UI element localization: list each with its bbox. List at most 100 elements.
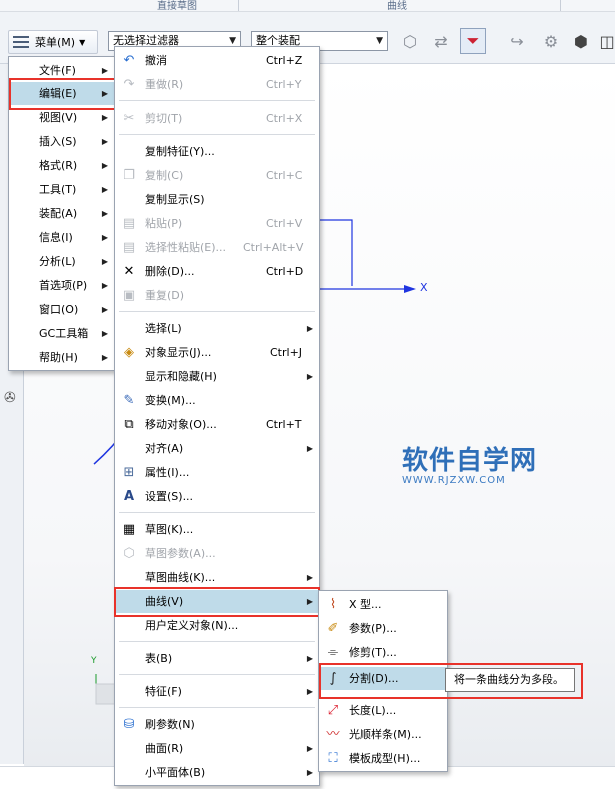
sketch-params-icon: ⬡	[123, 546, 135, 561]
transform-icon: ✎	[123, 393, 135, 408]
menu-list-icon	[13, 35, 31, 49]
menu-item-sketch-curve[interactable]: 草图曲线(K)... ▶	[115, 566, 319, 589]
arrows-icon[interactable]: ⇄	[428, 28, 454, 54]
properties-icon: ⊞	[123, 465, 135, 480]
menu-item-align[interactable]: 对齐(A) ▶	[115, 437, 319, 460]
menu-item-user-defined-object[interactable]: 用户定义对象(N)...	[115, 614, 319, 637]
menu-separator	[119, 707, 315, 708]
menu-item-tools[interactable]: 工具(T) ▶	[9, 178, 114, 201]
submenu-arrow-icon: ▶	[101, 353, 108, 362]
menu-item-transform[interactable]: ✎ 变换(M)...	[115, 389, 319, 412]
menu-item-label: 用户定义对象(N)...	[145, 619, 239, 632]
submenu-arrow-icon: ▶	[101, 161, 108, 170]
submenu-arrow-icon: ▶	[101, 305, 108, 314]
menu-item-brush-parameters[interactable]: ⛁ 刷参数(N)	[115, 713, 319, 736]
menu-item-undo[interactable]: ↶ 撤消 Ctrl+Z	[115, 49, 319, 72]
menu-item-properties[interactable]: ⊞ 属性(I)...	[115, 461, 319, 484]
menu-item-analysis[interactable]: 分析(L) ▶	[9, 250, 114, 273]
menu-item-show-hide[interactable]: 显示和隐藏(H) ▶	[115, 365, 319, 388]
submenu-arrow-icon: ▶	[101, 233, 108, 242]
sketch-icon: ▦	[122, 522, 136, 537]
menu-item-label: 显示和隐藏(H)	[145, 370, 217, 383]
length-icon: ⤢	[327, 703, 339, 718]
menu-item-label: 曲面(R)	[145, 742, 184, 755]
x-type-icon: ⌇	[329, 597, 337, 612]
menu-item-paste[interactable]: ▤ 粘贴(P) Ctrl+V	[115, 212, 319, 235]
menu-item-copy-display[interactable]: 复制显示(S)	[115, 188, 319, 211]
menu-item-sketch[interactable]: ▦ 草图(K)...	[115, 518, 319, 541]
menu-item-shortcut: Ctrl+D	[266, 265, 304, 278]
menu-item-settings[interactable]: A 设置(S)...	[115, 485, 319, 508]
menu-item-label: 删除(D)...	[145, 265, 195, 278]
menu-item-window[interactable]: 窗口(O) ▶	[9, 298, 114, 321]
trim-icon: ⌯	[327, 645, 339, 660]
menu-item-smooth-spline[interactable]: 〰光顺样条(M)...	[319, 723, 447, 746]
menu-item-gc-toolbox[interactable]: GC工具箱 ▶	[9, 322, 114, 345]
menu-item-label: 对齐(A)	[145, 442, 184, 455]
menu-item-label: 撤消	[145, 54, 167, 67]
menu-item-help[interactable]: 帮助(H) ▶	[9, 346, 114, 369]
menu-item-insert[interactable]: 插入(S) ▶	[9, 130, 114, 153]
menu-item-paste-special[interactable]: ▤ 选择性粘贴(E)... Ctrl+Alt+V	[115, 236, 319, 259]
menu-item-preferences[interactable]: 首选项(P) ▶	[9, 274, 114, 297]
menu-item-length[interactable]: ⤢ 长度(L)...	[319, 699, 447, 722]
menu-item-assembly[interactable]: 装配(A) ▶	[9, 202, 114, 225]
delete-icon: ✕	[123, 264, 135, 279]
menu-item-label: 表(B)	[145, 652, 173, 665]
menu-item-move-object[interactable]: ⧉ 移动对象(O)... Ctrl+T	[115, 413, 319, 436]
menu-item-cut[interactable]: ✂ 剪切(T) Ctrl+X	[115, 107, 319, 130]
menu-item-label: X 型...	[349, 598, 382, 611]
submenu-arrow-icon: ▶	[101, 209, 108, 218]
assembly-navigator-icon[interactable]: ✇	[4, 390, 16, 406]
menu-item-label: 重做(R)	[145, 78, 184, 91]
menu-item-label: 窗口(O)	[39, 303, 79, 316]
filter-icon[interactable]: ⏷	[460, 28, 486, 54]
tooltip: 将一条曲线分为多段。	[445, 668, 575, 692]
menu-item-redo[interactable]: ↷ 重做(R) Ctrl+Y	[115, 73, 319, 96]
menu-separator	[119, 100, 315, 101]
menu-item-copy[interactable]: ❐ 复制(C) Ctrl+C	[115, 164, 319, 187]
watermark-url: WWW.RJZXW.COM	[402, 475, 506, 486]
menu-item-template-shape[interactable]: ⛶ 模板成型(H)...	[319, 747, 447, 770]
menu-item-label: 小平面体(B)	[145, 766, 206, 779]
menu-item-trim[interactable]: ⌯ 修剪(T)...	[319, 641, 447, 664]
menu-item-select[interactable]: 选择(L) ▶	[115, 317, 319, 340]
menu-item-feature[interactable]: 特征(F) ▶	[115, 680, 319, 703]
menu-item-label: 首选项(P)	[39, 279, 88, 292]
menu-item-repeat[interactable]: ▣ 重复(D)	[115, 284, 319, 307]
menu-item-parameters[interactable]: ✐ 参数(P)...	[319, 617, 447, 640]
menu-item-shortcut: Ctrl+J	[270, 346, 303, 359]
menu-item-label: 工具(T)	[39, 183, 77, 196]
menu-button[interactable]: 菜单(M) ▼	[8, 30, 98, 54]
submenu-arrow-icon: ▶	[101, 329, 108, 338]
wireframe-cube-icon[interactable]: ⬢	[568, 28, 594, 54]
menu-item-sketch-parameters[interactable]: ⬡ 草图参数(A)...	[115, 542, 319, 565]
menu-item-object-display[interactable]: ◈ 对象显示(J)... Ctrl+J	[115, 341, 319, 364]
menu-item-label: 插入(S)	[39, 135, 77, 148]
menu-item-shortcut: Ctrl+Z	[266, 54, 303, 67]
cube-select-icon[interactable]: ⬡	[397, 28, 423, 54]
menu-item-label: 模板成型(H)...	[349, 752, 421, 765]
menu-item-label: GC工具箱	[39, 327, 89, 340]
menu-item-label: 帮助(H)	[39, 351, 78, 364]
menu-item-label: 刷参数(N)	[145, 718, 195, 731]
settings-icon: A	[123, 489, 135, 504]
move-object-icon: ⧉	[124, 417, 134, 432]
menu-item-copy-feature[interactable]: 复制特征(Y)...	[115, 140, 319, 163]
assembly-nav-icon[interactable]: ⚙	[538, 28, 564, 54]
view-cube-icon[interactable]: ◫	[594, 28, 615, 54]
menu-item-label: 移动对象(O)...	[145, 418, 217, 431]
menu-item-delete[interactable]: ✕ 删除(D)... Ctrl+D	[115, 260, 319, 283]
menu-item-x-type[interactable]: ⌇ X 型...	[319, 593, 447, 616]
menu-item-format[interactable]: 格式(R) ▶	[9, 154, 114, 177]
menu-item-label: 草图曲线(K)...	[145, 571, 216, 584]
submenu-arrow-icon: ▶	[101, 281, 108, 290]
menu-item-table[interactable]: 表(B) ▶	[115, 647, 319, 670]
menu-item-shortcut: Ctrl+T	[266, 418, 302, 431]
snap-point-icon[interactable]: ↪	[504, 28, 530, 54]
submenu-arrow-icon: ▶	[306, 744, 313, 753]
menu-item-facet-body[interactable]: 小平面体(B) ▶	[115, 761, 319, 784]
paste-special-icon: ▤	[122, 240, 136, 255]
menu-item-information[interactable]: 信息(I) ▶	[9, 226, 114, 249]
menu-item-surface[interactable]: 曲面(R) ▶	[115, 737, 319, 760]
